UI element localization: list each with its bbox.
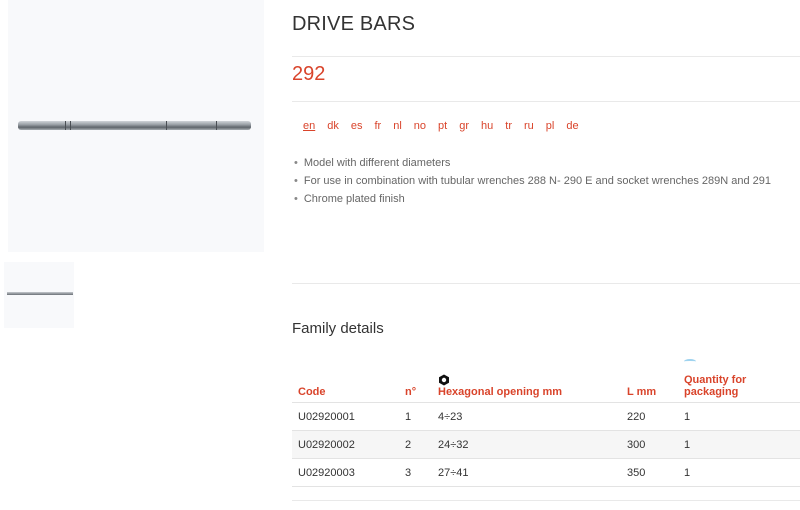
header-quantity-label: Quantity for packaging [684,374,747,398]
divider [292,500,800,501]
hex-nut-icon [439,374,449,386]
cell-quantity: 1 [678,402,800,431]
cell-quantity: 1 [678,430,800,459]
cell-code: U02920001 [292,402,399,431]
header-length: L mm [621,355,678,403]
language-link-pt[interactable]: pt [438,120,447,132]
language-link-no[interactable]: no [414,120,426,132]
drive-bar-image [18,121,251,130]
header-hex-opening-label: Hexagonal opening mm [438,386,563,398]
cell-number: 2 [399,430,432,459]
feature-item: For use in combination with tubular wren… [292,173,771,191]
cell-length: 300 [621,430,678,459]
feature-item: Chrome plated finish [292,191,771,209]
cell-hex-opening: 4÷23 [432,402,621,431]
divider [292,283,800,284]
family-details-title: Family details [292,320,384,337]
language-link-gr[interactable]: gr [459,120,469,132]
language-link-de[interactable]: de [566,120,578,132]
feature-list: Model with different diameters For use i… [292,155,771,209]
language-link-pl[interactable]: pl [546,120,555,132]
language-link-nl[interactable]: nl [393,120,402,132]
cell-number: 3 [399,458,432,487]
drive-bar-thumbnail-image [7,292,73,295]
header-quantity: Quantity for packaging [678,355,800,403]
feature-item: Model with different diameters [292,155,771,173]
language-link-dk[interactable]: dk [327,120,339,132]
language-selector: en dk es fr nl no pt gr hu tr ru pl de [303,120,579,132]
product-thumbnail[interactable] [4,262,74,328]
cell-length: 350 [621,458,678,487]
cell-hex-opening: 27÷41 [432,458,621,487]
language-link-es[interactable]: es [351,120,363,132]
product-main-image [8,0,264,252]
model-number: 292 [292,63,326,85]
cell-quantity: 1 [678,458,800,487]
cell-code: U02920003 [292,458,399,487]
language-link-en[interactable]: en [303,120,315,132]
language-link-ru[interactable]: ru [524,120,534,132]
cell-hex-opening: 24÷32 [432,430,621,459]
header-number: n° [399,355,432,403]
cell-number: 1 [399,402,432,431]
language-link-fr[interactable]: fr [375,120,382,132]
table-row: U02920003 3 27÷41 350 1 [292,458,800,487]
family-table: Code n° Hexagonal opening mm L mm Quanti… [292,355,800,487]
cell-code: U02920002 [292,430,399,459]
divider [292,101,800,102]
table-row: U02920001 1 4÷23 220 1 [292,402,800,431]
table-row: U02920002 2 24÷32 300 1 [292,430,800,459]
divider [292,56,800,57]
page-title: DRIVE BARS [292,13,416,35]
cell-length: 220 [621,402,678,431]
language-link-tr[interactable]: tr [505,120,512,132]
language-link-hu[interactable]: hu [481,120,493,132]
header-hex-opening: Hexagonal opening mm [432,355,621,403]
header-code: Code [292,355,399,403]
table-header-row: Code n° Hexagonal opening mm L mm Quanti… [292,355,800,403]
